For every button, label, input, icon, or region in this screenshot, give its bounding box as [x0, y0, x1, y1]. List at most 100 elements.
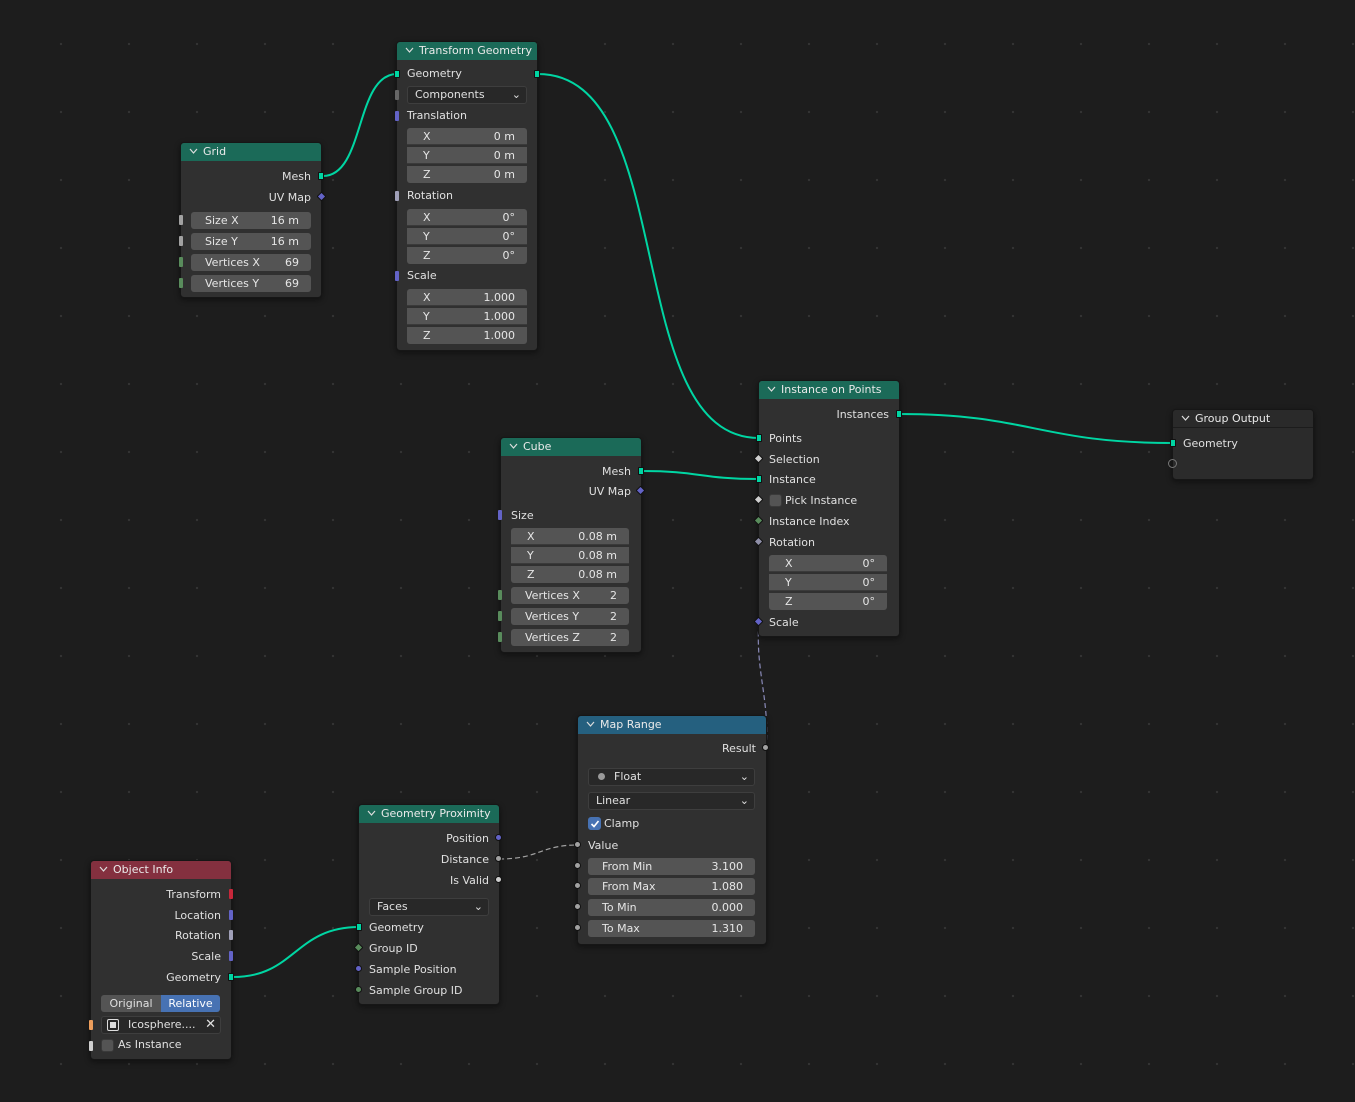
mode-dropdown[interactable]: Components ⌄ — [407, 86, 527, 104]
is-valid-output-socket[interactable] — [495, 876, 502, 883]
collapse-chevron-icon[interactable] — [99, 865, 108, 874]
node-header[interactable]: Map Range — [578, 716, 766, 734]
to-max-field[interactable]: To Max 1.310 — [588, 920, 755, 937]
as-instance-checkbox[interactable] — [101, 1039, 114, 1052]
transform-geometry-node[interactable]: Transform Geometry Geometry Components ⌄ … — [396, 41, 538, 351]
size-x-field[interactable]: Size X 16 m — [191, 212, 311, 229]
translation-x-field[interactable]: X 0 m — [407, 128, 527, 145]
rotation-z-field[interactable]: Z 0° — [769, 593, 887, 610]
rotation-z-field[interactable]: Z 0° — [407, 247, 527, 264]
vertices-y-socket[interactable] — [498, 611, 502, 621]
scale-z-field[interactable]: Z 1.000 — [407, 327, 527, 344]
geometry-proximity-node[interactable]: Geometry Proximity Position Distance Is … — [358, 804, 500, 1005]
clamp-checkbox[interactable] — [588, 817, 601, 830]
to-min-field[interactable]: To Min 0.000 — [588, 899, 755, 916]
collapse-chevron-icon[interactable] — [189, 147, 198, 156]
rotation-socket[interactable] — [395, 191, 399, 201]
geometry-input-socket[interactable] — [394, 70, 400, 78]
to-max-socket[interactable] — [574, 924, 581, 931]
empty-input-socket[interactable] — [1168, 459, 1177, 468]
collapse-chevron-icon[interactable] — [367, 809, 376, 818]
geometry-input-socket[interactable] — [1170, 439, 1176, 447]
from-max-field[interactable]: From Max 1.080 — [588, 878, 755, 895]
collapse-chevron-icon[interactable] — [1181, 414, 1190, 423]
size-y-socket[interactable] — [179, 236, 183, 246]
rotation-y-field[interactable]: Y 0° — [407, 228, 527, 245]
size-input-socket[interactable] — [498, 510, 502, 520]
vertices-y-field[interactable]: Vertices Y 69 — [191, 275, 311, 292]
scale-y-field[interactable]: Y 1.000 — [407, 308, 527, 325]
object-info-node[interactable]: Object Info Transform Location Rotation … — [90, 860, 232, 1060]
position-output-socket[interactable] — [495, 834, 502, 841]
relative-toggle[interactable]: Relative — [161, 995, 220, 1012]
vertices-x-socket[interactable] — [179, 257, 183, 267]
grid-node[interactable]: Grid Mesh UV Map Size X 16 m Size Y 16 m V… — [180, 142, 322, 298]
rotation-output-socket[interactable] — [229, 930, 233, 940]
vertices-x-field[interactable]: Vertices X 2 — [511, 587, 629, 604]
vertices-y-socket[interactable] — [179, 278, 183, 288]
from-min-socket[interactable] — [574, 862, 581, 869]
as-instance-socket[interactable] — [89, 1041, 93, 1051]
mode-socket[interactable] — [395, 90, 399, 100]
value-input-socket[interactable] — [574, 841, 581, 848]
target-element-dropdown[interactable]: Faces ⌄ — [369, 898, 489, 916]
scale-socket[interactable] — [395, 271, 399, 281]
data-type-dropdown[interactable]: Float ⌄ — [588, 768, 755, 786]
geometry-input-socket[interactable] — [356, 923, 362, 931]
from-max-socket[interactable] — [574, 882, 581, 889]
collapse-chevron-icon[interactable] — [405, 46, 414, 55]
map-range-node[interactable]: Map Range Result Float ⌄ Linear ⌄ Clamp Va… — [577, 715, 767, 945]
interpolation-dropdown[interactable]: Linear ⌄ — [588, 792, 755, 810]
translation-y-field[interactable]: Y 0 m — [407, 147, 527, 164]
object-field[interactable]: Icosphere.... ✕ — [101, 1016, 221, 1034]
instances-output-socket[interactable] — [896, 410, 902, 418]
distance-output-socket[interactable] — [495, 855, 502, 862]
pick-instance-checkbox[interactable] — [769, 494, 782, 507]
rotation-x-field[interactable]: X 0° — [407, 209, 527, 226]
cube-node[interactable]: Cube Mesh UV Map Size X 0.08 m Y 0.08 m Z 0… — [500, 437, 642, 653]
vertices-y-field[interactable]: Vertices Y 2 — [511, 608, 629, 625]
clear-icon[interactable]: ✕ — [205, 1017, 216, 1033]
instance-input-socket[interactable] — [756, 475, 762, 483]
geometry-output-socket[interactable] — [534, 70, 540, 78]
collapse-chevron-icon[interactable] — [586, 720, 595, 729]
node-header[interactable]: Group Output — [1173, 410, 1313, 428]
geometry-output-socket[interactable] — [228, 973, 234, 981]
group-output-node[interactable]: Group Output Geometry — [1172, 409, 1314, 480]
node-header[interactable]: Cube — [501, 438, 641, 456]
rotation-y-field[interactable]: Y 0° — [769, 574, 887, 591]
node-header[interactable]: Transform Geometry — [397, 42, 537, 60]
location-output-socket[interactable] — [229, 910, 233, 920]
to-min-socket[interactable] — [574, 903, 581, 910]
size-x-socket[interactable] — [179, 215, 183, 225]
size-y-field[interactable]: Size Y 16 m — [191, 233, 311, 250]
result-output-socket[interactable] — [762, 744, 769, 751]
node-header[interactable]: Instance on Points — [759, 381, 899, 399]
translation-socket[interactable] — [395, 111, 399, 121]
collapse-chevron-icon[interactable] — [509, 442, 518, 451]
points-input-socket[interactable] — [756, 434, 762, 442]
size-x-field[interactable]: X 0.08 m — [511, 528, 629, 545]
scale-output-socket[interactable] — [229, 951, 233, 961]
vertices-z-socket[interactable] — [498, 632, 502, 642]
sample-group-id-socket[interactable] — [355, 986, 362, 993]
vertices-x-field[interactable]: Vertices X 69 — [191, 254, 311, 271]
mesh-output-socket[interactable] — [638, 467, 644, 475]
from-min-field[interactable]: From Min 3.100 — [588, 858, 755, 875]
collapse-chevron-icon[interactable] — [767, 385, 776, 394]
node-header[interactable]: Object Info — [91, 861, 231, 879]
vertices-x-socket[interactable] — [498, 590, 502, 600]
original-toggle[interactable]: Original — [101, 995, 161, 1012]
instance-on-points-node[interactable]: Instance on Points Instances Points Sele… — [758, 380, 900, 637]
sample-position-socket[interactable] — [355, 965, 362, 972]
translation-z-field[interactable]: Z 0 m — [407, 166, 527, 183]
scale-x-field[interactable]: X 1.000 — [407, 289, 527, 306]
vertices-z-field[interactable]: Vertices Z 2 — [511, 629, 629, 646]
rotation-x-field[interactable]: X 0° — [769, 555, 887, 572]
node-header[interactable]: Geometry Proximity — [359, 805, 499, 823]
object-input-socket[interactable] — [89, 1020, 93, 1030]
size-y-field[interactable]: Y 0.08 m — [511, 547, 629, 564]
mesh-output-socket[interactable] — [318, 172, 324, 180]
size-z-field[interactable]: Z 0.08 m — [511, 566, 629, 583]
transform-output-socket[interactable] — [229, 889, 233, 899]
